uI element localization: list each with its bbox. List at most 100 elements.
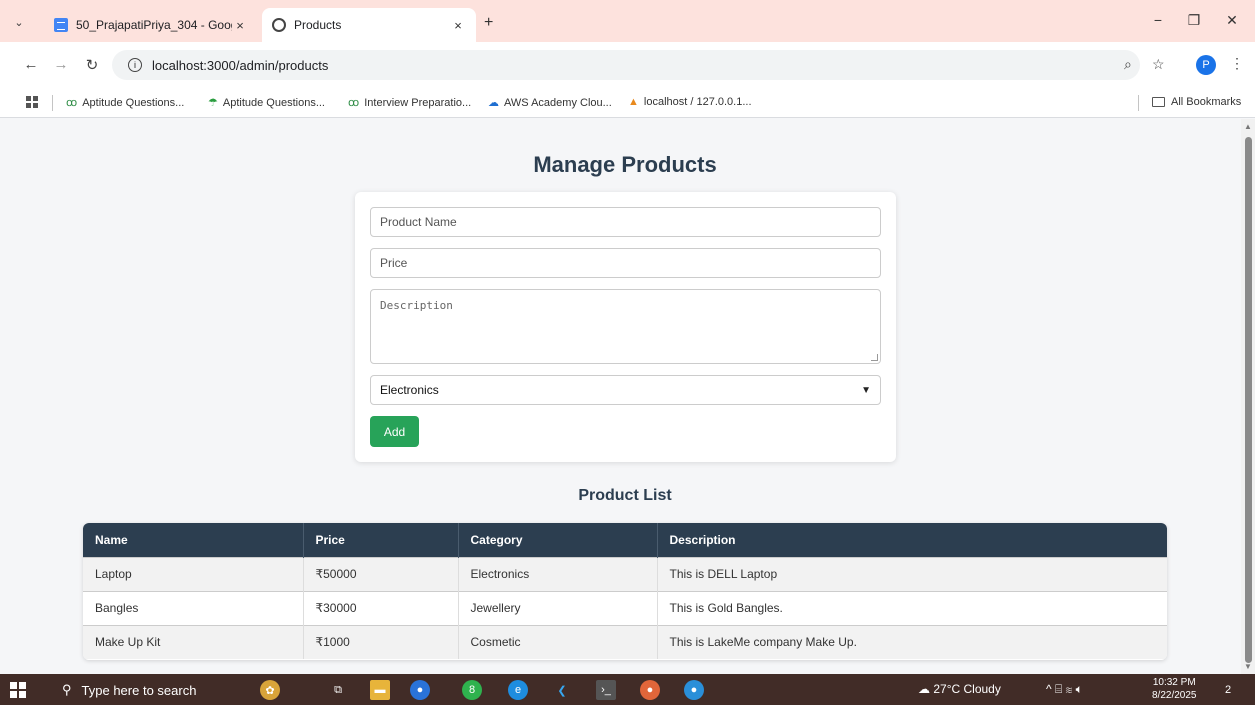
back-arrow-icon[interactable]: ← — [22, 56, 40, 73]
tab-close-icon[interactable]: × — [232, 18, 248, 33]
table-row: Bangles ₹30000 Jewellery This is Gold Ba… — [83, 590, 1167, 625]
tab-title: Products — [294, 18, 342, 32]
chrome-icon[interactable]: ● — [640, 680, 660, 700]
tray-icons[interactable]: ^ ⌸ ≋ 🔈︎ — [1046, 682, 1083, 697]
weather-text: 27°C Cloudy — [933, 682, 1001, 696]
cell-category: Jewellery — [458, 590, 658, 625]
tab-products[interactable]: Products × — [262, 8, 476, 42]
cloud-icon: ☁ — [918, 682, 930, 696]
zoom-icon[interactable]: ⌕ — [1124, 56, 1132, 73]
clock-time: 10:32 PM — [1152, 677, 1196, 688]
category-select[interactable]: Electronics ▼ — [370, 375, 881, 405]
news-widget-icon[interactable]: ✿ — [260, 680, 280, 700]
bookmark-item[interactable]: ☂ Aptitude Questions... — [208, 96, 325, 110]
product-name-input[interactable]: Product Name — [370, 207, 881, 237]
bookmarks-bar: ꝏ Aptitude Questions... ☂ Aptitude Quest… — [0, 88, 1255, 118]
tab-title: 50_PrajapatiPriya_304 - Google — [76, 18, 232, 32]
bookmark-label: AWS Academy Clou... — [504, 96, 612, 109]
bookmark-label: Aptitude Questions... — [82, 96, 185, 109]
cell-name: Laptop — [83, 556, 304, 591]
cell-category: Cosmetic — [458, 624, 658, 659]
bookmark-item[interactable]: ꝏ Interview Preparatio... — [348, 96, 471, 110]
menu-kebab-icon[interactable]: ⋮ — [1230, 55, 1244, 72]
taskbar-search-placeholder: Type here to search — [81, 682, 197, 698]
windows-taskbar: ⚲ Type here to search ✿ ⧉ ▬ ● 8 e ❮ ›_ ●… — [0, 674, 1255, 705]
tab-search-chevron-icon[interactable]: ⌄ — [10, 13, 28, 31]
minimize-button[interactable]: − — [1148, 12, 1168, 28]
apps-grid-icon[interactable] — [26, 96, 38, 108]
column-header-name: Name — [83, 523, 304, 557]
all-bookmarks-button[interactable]: All Bookmarks — [1152, 96, 1241, 108]
cell-price: ₹50000 — [303, 556, 459, 591]
table-header-row: Name Price Category Description — [83, 523, 1167, 557]
address-bar[interactable]: i localhost:3000/admin/products — [112, 50, 1140, 80]
column-header-price: Price — [303, 523, 459, 557]
volume-icon[interactable]: 🔈︎ — [1076, 682, 1083, 696]
wifi-icon[interactable]: ≋ — [1066, 682, 1073, 696]
add-button[interactable]: Add — [370, 416, 419, 447]
cell-description: This is LakeMe company Make Up. — [657, 624, 1167, 659]
whatsapp-icon[interactable]: 8 — [462, 680, 482, 700]
divider — [52, 95, 53, 111]
tab-strip: ⌄ 50_PrajapatiPriya_304 - Google × Produ… — [0, 0, 1255, 42]
chevron-up-icon[interactable]: ^ — [1046, 682, 1052, 696]
restore-button[interactable]: ❐ — [1184, 12, 1204, 29]
tab-close-icon[interactable]: × — [450, 18, 466, 33]
chrome-profile-icon[interactable]: ● — [410, 680, 430, 700]
product-list-title: Product List — [578, 487, 672, 504]
bookmark-label: localhost / 127.0.0.1... — [643, 96, 752, 108]
price-input[interactable]: Price — [370, 248, 881, 278]
search-icon: ⚲ — [62, 682, 72, 697]
chrome-icon[interactable]: ● — [684, 680, 704, 700]
terminal-icon[interactable]: ›_ — [596, 680, 616, 700]
bookmark-item[interactable]: ▲ localhost / 127.0.0.1... — [628, 96, 752, 108]
scroll-thumb[interactable] — [1245, 137, 1252, 663]
cell-category: Electronics — [458, 556, 658, 591]
bookmark-item[interactable]: ꝏ Aptitude Questions... — [66, 96, 185, 110]
new-tab-button[interactable]: + — [484, 14, 493, 32]
browser-toolbar: ← → ↻ i localhost:3000/admin/products ⌕ … — [0, 42, 1255, 88]
site-info-icon[interactable]: i — [128, 58, 142, 72]
close-window-button[interactable]: ✕ — [1222, 12, 1242, 29]
scroll-down-icon[interactable]: ▼ — [1244, 662, 1252, 671]
cell-description: This is DELL Laptop — [657, 556, 1167, 591]
table-row: Laptop ₹50000 Electronics This is DELL L… — [83, 556, 1167, 591]
notification-icon[interactable]: 2 — [1218, 680, 1238, 700]
description-placeholder: Description — [380, 299, 453, 312]
geeksforgeeks-icon: ꝏ — [348, 97, 360, 109]
divider — [1138, 95, 1139, 111]
page-title: Manage Products — [533, 152, 717, 177]
weather-widget[interactable]: ☁ 27°C Cloudy — [918, 682, 1001, 696]
phpmyadmin-icon: ▲ — [628, 96, 639, 108]
tab-google-doc[interactable]: 50_PrajapatiPriya_304 - Google × — [44, 8, 258, 42]
profile-avatar[interactable]: P — [1196, 55, 1216, 75]
whatsapp-badge: 8 — [468, 684, 476, 696]
vertical-scrollbar[interactable]: ▲ ▼ — [1241, 119, 1255, 674]
column-header-description: Description — [657, 523, 1167, 557]
cell-price: ₹1000 — [303, 624, 459, 659]
description-textarea[interactable]: Description — [370, 289, 881, 364]
system-clock[interactable]: 10:32 PM 8/22/2025 — [1152, 676, 1197, 702]
scroll-up-icon[interactable]: ▲ — [1244, 122, 1252, 131]
windows-start-icon[interactable] — [10, 682, 26, 698]
vscode-icon[interactable]: ❮ — [552, 680, 572, 700]
chevron-down-icon: ▼ — [861, 384, 871, 396]
network-icon[interactable]: ⌸ — [1055, 682, 1062, 696]
clock-date: 8/22/2025 — [1152, 690, 1197, 701]
edge-icon[interactable]: e — [508, 680, 528, 700]
task-view-icon[interactable]: ⧉ — [328, 680, 348, 700]
all-bookmarks-label: All Bookmarks — [1171, 96, 1242, 108]
bookmark-star-icon[interactable]: ☆ — [1152, 56, 1165, 73]
forward-arrow-icon[interactable]: → — [52, 56, 70, 73]
file-explorer-icon[interactable]: ▬ — [370, 680, 390, 700]
category-selected-value: Electronics — [380, 383, 439, 397]
product-table: Name Price Category Description Laptop ₹… — [83, 523, 1167, 660]
google-docs-icon — [54, 18, 68, 32]
column-header-category: Category — [458, 523, 658, 557]
geeksforgeeks-icon: ꝏ — [66, 97, 78, 109]
url-text: localhost:3000/admin/products — [152, 57, 329, 73]
cell-name: Make Up Kit — [83, 624, 304, 659]
resize-grip-icon[interactable] — [871, 354, 878, 361]
bookmark-item[interactable]: ☁ AWS Academy Clou... — [488, 96, 612, 110]
reload-icon[interactable]: ↻ — [83, 56, 101, 74]
